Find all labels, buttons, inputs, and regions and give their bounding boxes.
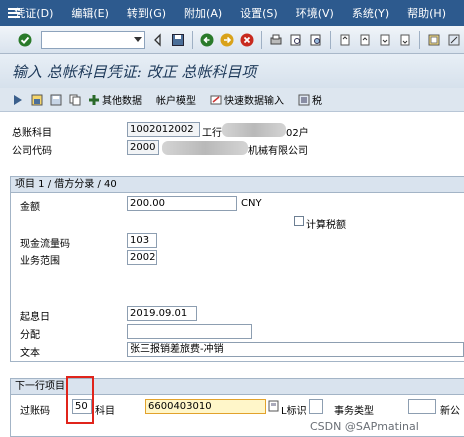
company-name-end: 机械有限公司 <box>248 146 308 157</box>
sgl-field[interactable] <box>309 399 323 414</box>
posting-key-label: 过账码 <box>20 406 50 417</box>
toolbar-separator <box>330 30 332 49</box>
menu-document[interactable]: 凭证(D) <box>14 5 53 21</box>
redacted-blur <box>162 141 248 155</box>
back-icon[interactable] <box>200 33 214 47</box>
exit-icon[interactable] <box>220 33 234 47</box>
display-icon[interactable] <box>12 94 24 106</box>
account-label: 科目 <box>95 406 115 417</box>
system-menu-icon[interactable] <box>4 6 20 20</box>
gl-account-desc-end: 02户 <box>286 128 309 139</box>
text-field[interactable]: 张三报销差旅费-冲销 <box>127 342 464 357</box>
command-field[interactable] <box>41 30 146 49</box>
tax-button[interactable]: 税 <box>298 92 322 107</box>
menu-goto[interactable]: 转到(G) <box>127 5 166 21</box>
currency-label: CNY <box>241 198 262 209</box>
account-model-button[interactable]: 帐户模型 <box>156 92 196 107</box>
amount-label: 金额 <box>20 202 40 213</box>
tax-icon <box>298 94 310 105</box>
tax-label: 税 <box>312 96 322 107</box>
text-label: 文本 <box>20 348 40 359</box>
fast-entry-icon <box>210 95 222 104</box>
company-code-label: 公司代码 <box>12 146 52 157</box>
fast-entry-button[interactable]: 快速数据输入 <box>210 92 284 107</box>
menu-edit[interactable]: 编辑(E) <box>71 5 109 21</box>
back-arrow-icon[interactable] <box>151 32 165 47</box>
menu-system[interactable]: 系统(Y) <box>352 5 389 21</box>
save-icon[interactable] <box>171 33 185 47</box>
first-page-icon[interactable] <box>338 33 352 47</box>
cashflow-field[interactable]: 103 <box>127 233 157 248</box>
prev-page-icon[interactable] <box>358 33 372 47</box>
trans-type-field[interactable] <box>408 399 436 414</box>
business-area-label: 业务范围 <box>20 256 60 267</box>
menu-help[interactable]: 帮助(H) <box>407 5 446 21</box>
cashflow-label: 现金流量码 <box>20 239 70 250</box>
menu-environment[interactable]: 环境(V) <box>296 5 334 21</box>
company-code-field[interactable]: 2000 <box>127 140 159 155</box>
screen-title: 输入 总帐科目凭证: 改正 总帐科目项 <box>12 62 257 81</box>
cancel-icon[interactable] <box>240 33 254 47</box>
next-page-icon[interactable] <box>378 33 392 47</box>
standard-toolbar <box>0 26 464 54</box>
new-company-label: 新公 <box>440 406 460 417</box>
application-toolbar: 其他数据 帐户模型 快速数据输入 税 <box>0 88 464 112</box>
item-group-title: 项目 1 / 借方分录 / 40 <box>11 177 464 193</box>
amount-field[interactable]: 200.00 <box>127 196 237 211</box>
find-icon[interactable] <box>289 33 303 47</box>
work-area: 总账科目 1002012002 工行 02户 公司代码 2000 机械有限公司 … <box>0 112 464 437</box>
toolbar-separator <box>192 30 194 49</box>
business-area-field[interactable]: 2002 <box>127 250 157 265</box>
other-data-label: 其他数据 <box>102 96 142 107</box>
trans-type-label: 事务类型 <box>334 406 374 417</box>
park-icon[interactable] <box>31 94 43 106</box>
copy-icon[interactable] <box>69 94 81 106</box>
posting-key-highlight <box>66 376 94 424</box>
matchcode-icon[interactable] <box>268 400 280 412</box>
redacted-blur <box>222 123 286 137</box>
assignment-field[interactable] <box>127 324 252 339</box>
account-field[interactable]: 6600403010 <box>145 399 266 414</box>
shortcut-icon[interactable] <box>447 33 461 47</box>
gl-account-field[interactable]: 1002012002 <box>127 122 200 137</box>
menu-settings[interactable]: 设置(S) <box>240 5 278 21</box>
screen-title-bar: 输入 总帐科目凭证: 改正 总帐科目项 <box>0 54 464 88</box>
gl-account-label: 总账科目 <box>12 128 52 139</box>
fast-entry-label: 快速数据输入 <box>224 96 284 107</box>
last-page-icon[interactable] <box>398 33 412 47</box>
toolbar-separator <box>419 30 421 49</box>
print-icon[interactable] <box>269 33 283 47</box>
value-date-label: 起息日 <box>20 312 50 323</box>
watermark: CSDN @SAPmatinal <box>310 420 419 433</box>
gl-account-desc-start: 工行 <box>202 128 222 139</box>
sgl-label: L标识 <box>281 406 307 417</box>
new-session-icon[interactable] <box>427 33 441 47</box>
find-next-icon[interactable] <box>309 33 323 47</box>
assignment-label: 分配 <box>20 330 40 341</box>
menu-bar: 凭证(D) 编辑(E) 转到(G) 附加(A) 设置(S) 环境(V) 系统(Y… <box>0 0 464 26</box>
calc-tax-checkbox[interactable] <box>294 216 304 226</box>
hold-icon[interactable] <box>50 94 62 106</box>
menu-extras[interactable]: 附加(A) <box>184 5 222 21</box>
enter-check-icon[interactable] <box>18 33 32 47</box>
calc-tax-label: 计算税额 <box>306 220 346 231</box>
other-data-button[interactable]: 其他数据 <box>88 92 142 107</box>
value-date-field[interactable]: 2019.09.01 <box>127 306 197 321</box>
other-data-icon <box>89 94 99 105</box>
command-dropdown-icon[interactable] <box>134 36 143 42</box>
toolbar-separator <box>261 30 263 49</box>
